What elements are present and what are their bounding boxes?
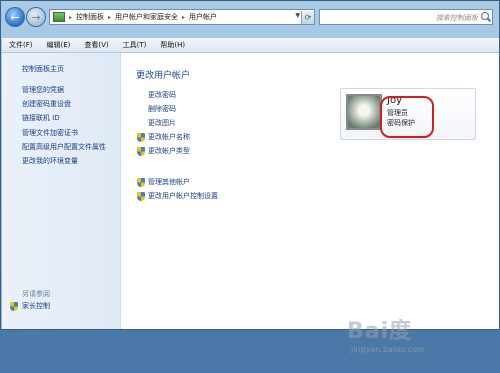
breadcrumb-control-panel[interactable]: 控制面板 bbox=[76, 12, 104, 22]
chevron-right-icon: ▸ bbox=[108, 13, 112, 21]
see-also-heading: 另请参阅 bbox=[22, 290, 50, 298]
menu-view[interactable]: 查看(V) bbox=[77, 40, 115, 50]
uac-shield-icon bbox=[10, 301, 18, 311]
change-account-name-link[interactable]: 更改帐户名称 bbox=[137, 132, 190, 142]
change-account-type-label: 更改帐户类型 bbox=[148, 147, 190, 155]
manage-credentials-link[interactable]: 管理您的凭据 bbox=[22, 85, 64, 95]
parental-control-label: 家长控制 bbox=[22, 302, 50, 310]
change-account-type-link[interactable]: 更改帐户类型 bbox=[137, 146, 190, 156]
uac-shield-icon bbox=[137, 146, 145, 156]
address-dropdown-icon[interactable]: ▼ bbox=[295, 12, 300, 19]
address-bar[interactable]: ▸ 控制面板 ▸ 用户帐户和家庭安全 ▸ 用户帐户 ▼ bbox=[49, 9, 315, 25]
uac-shield-icon bbox=[137, 191, 145, 201]
refresh-icon: ⟳ bbox=[304, 13, 312, 22]
content-area: 控制面板主页 管理您的凭据 创建密码重设盘 链接联机 ID 管理文件加密证书 配… bbox=[2, 53, 499, 354]
parental-control-link[interactable]: 家长控制 bbox=[10, 301, 50, 311]
forward-arrow-icon: → bbox=[31, 10, 41, 24]
left-task-pane: 控制面板主页 管理您的凭据 创建密码重设盘 链接联机 ID 管理文件加密证书 配… bbox=[2, 53, 121, 329]
change-account-name-label: 更改帐户名称 bbox=[148, 133, 190, 141]
control-panel-home-link[interactable]: 控制面板主页 bbox=[22, 64, 64, 74]
back-button[interactable]: ← bbox=[5, 7, 25, 27]
manage-other-accounts-link[interactable]: 管理其他帐户 bbox=[137, 177, 190, 187]
menu-edit[interactable]: 编辑(E) bbox=[40, 40, 78, 50]
uac-settings-link[interactable]: 更改用户帐户控制设置 bbox=[137, 191, 218, 201]
breadcrumb-user-accounts-family[interactable]: 用户帐户和家庭安全 bbox=[115, 12, 178, 22]
search-input[interactable]: 搜索控制面板 bbox=[319, 9, 493, 25]
change-picture-link[interactable]: 更改图片 bbox=[148, 118, 176, 128]
forward-button[interactable]: → bbox=[26, 7, 46, 27]
menu-help[interactable]: 帮助(H) bbox=[153, 40, 192, 50]
uac-shield-icon bbox=[137, 177, 145, 187]
manage-encryption-certs-link[interactable]: 管理文件加密证书 bbox=[22, 128, 78, 138]
link-online-id-link[interactable]: 链接联机 ID bbox=[22, 113, 60, 123]
search-icon[interactable] bbox=[481, 12, 489, 20]
uac-settings-label: 更改用户帐户控制设置 bbox=[148, 192, 218, 200]
chevron-right-icon: ▸ bbox=[69, 13, 73, 21]
uac-shield-icon bbox=[137, 132, 145, 142]
create-reset-disk-link[interactable]: 创建密码重设盘 bbox=[22, 99, 71, 109]
baidu-watermark: Bai度 jingyan.baidu.com bbox=[347, 313, 497, 373]
search-placeholder: 搜索控制面板 bbox=[436, 14, 478, 22]
explorer-window: ← → ▸ 控制面板 ▸ 用户帐户和家庭安全 ▸ 用户帐户 ▼ ⟳ 搜索控制面板… bbox=[0, 0, 500, 354]
control-panel-icon bbox=[53, 12, 65, 22]
breadcrumb-user-accounts[interactable]: 用户帐户 bbox=[189, 12, 217, 22]
page-title: 更改用户帐户 bbox=[136, 71, 191, 81]
refresh-button[interactable]: ⟳ bbox=[301, 11, 314, 24]
menu-tools[interactable]: 工具(T) bbox=[116, 40, 154, 50]
watermark-url: jingyan.baidu.com bbox=[351, 345, 425, 354]
chevron-right-icon: ▸ bbox=[182, 13, 186, 21]
baidu-logo: Bai度 bbox=[347, 319, 413, 344]
menu-bar: 文件(F) 编辑(E) 查看(V) 工具(T) 帮助(H) bbox=[2, 38, 499, 53]
change-env-variables-link[interactable]: 更改我的环境变量 bbox=[22, 156, 78, 166]
remove-password-link[interactable]: 删除密码 bbox=[148, 104, 176, 114]
title-bar: ← → ▸ 控制面板 ▸ 用户帐户和家庭安全 ▸ 用户帐户 ▼ ⟳ 搜索控制面板 bbox=[1, 1, 499, 37]
advanced-profile-properties-link[interactable]: 配置高级用户配置文件属性 bbox=[22, 142, 106, 152]
red-highlight-annotation bbox=[380, 96, 434, 138]
manage-other-accounts-label: 管理其他帐户 bbox=[148, 178, 190, 186]
menu-file[interactable]: 文件(F) bbox=[2, 40, 40, 50]
change-password-link[interactable]: 更改密码 bbox=[148, 90, 176, 100]
user-avatar[interactable] bbox=[346, 94, 382, 130]
back-arrow-icon: ← bbox=[10, 10, 20, 24]
